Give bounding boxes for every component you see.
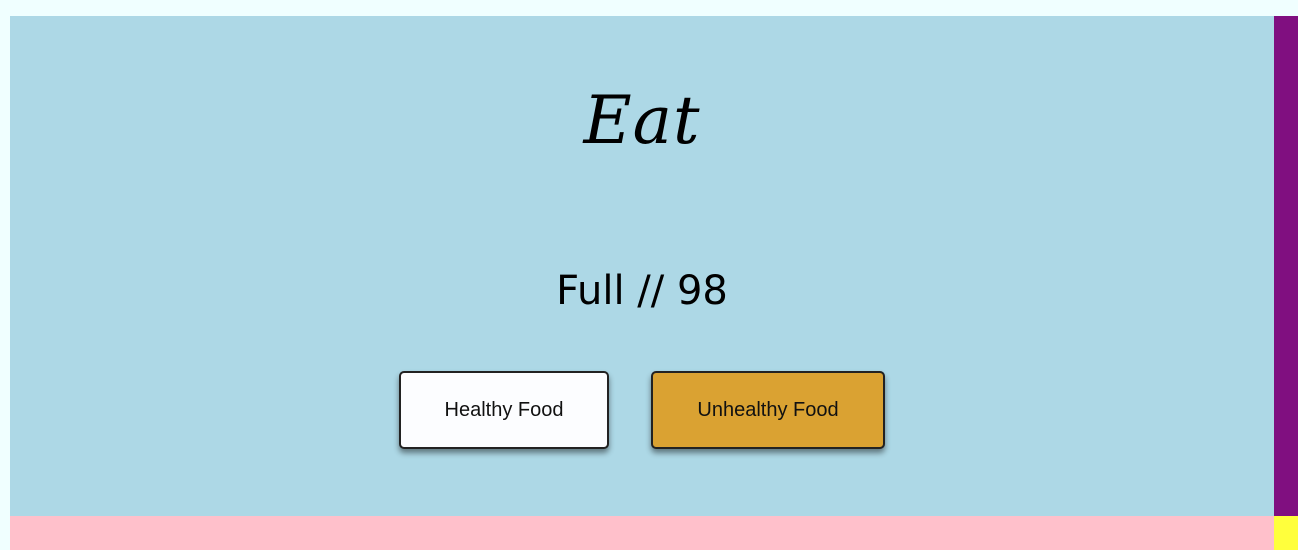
fullness-status: Full // 98	[556, 268, 728, 314]
bottom-bar	[10, 516, 1274, 550]
page-title: Eat	[583, 82, 701, 159]
right-side-bar	[1274, 16, 1298, 516]
unhealthy-food-button[interactable]: Unhealthy Food	[651, 371, 885, 449]
healthy-food-button[interactable]: Healthy Food	[399, 371, 609, 449]
corner-block	[1274, 516, 1298, 550]
eat-panel: Eat Full // 98	[10, 16, 1274, 516]
